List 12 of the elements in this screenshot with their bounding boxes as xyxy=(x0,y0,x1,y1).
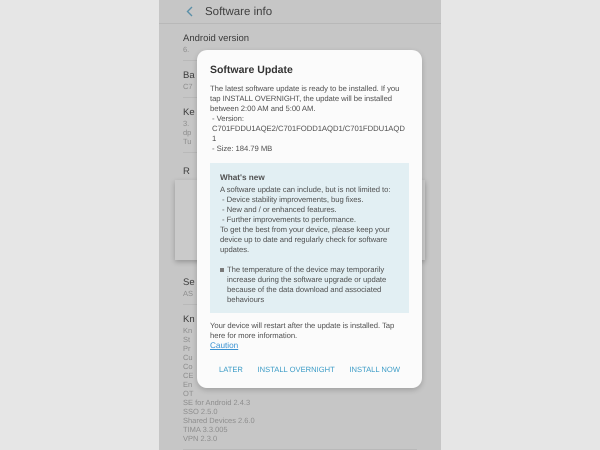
screen-title: Software info xyxy=(205,6,272,18)
setting-title: R xyxy=(183,165,190,178)
setting-title: Ke xyxy=(183,106,195,119)
setting-title: Ba xyxy=(183,69,195,82)
bullet-icon xyxy=(220,268,224,272)
dialog-title: Software Update xyxy=(210,64,294,76)
panel-heading: What's new xyxy=(220,173,266,182)
setting-title: Se xyxy=(183,276,195,289)
caution-link[interactable]: Caution xyxy=(210,341,238,351)
setting-title: Android version xyxy=(183,32,250,45)
setting-title: Kn xyxy=(183,313,195,326)
back-icon[interactable] xyxy=(186,6,193,17)
